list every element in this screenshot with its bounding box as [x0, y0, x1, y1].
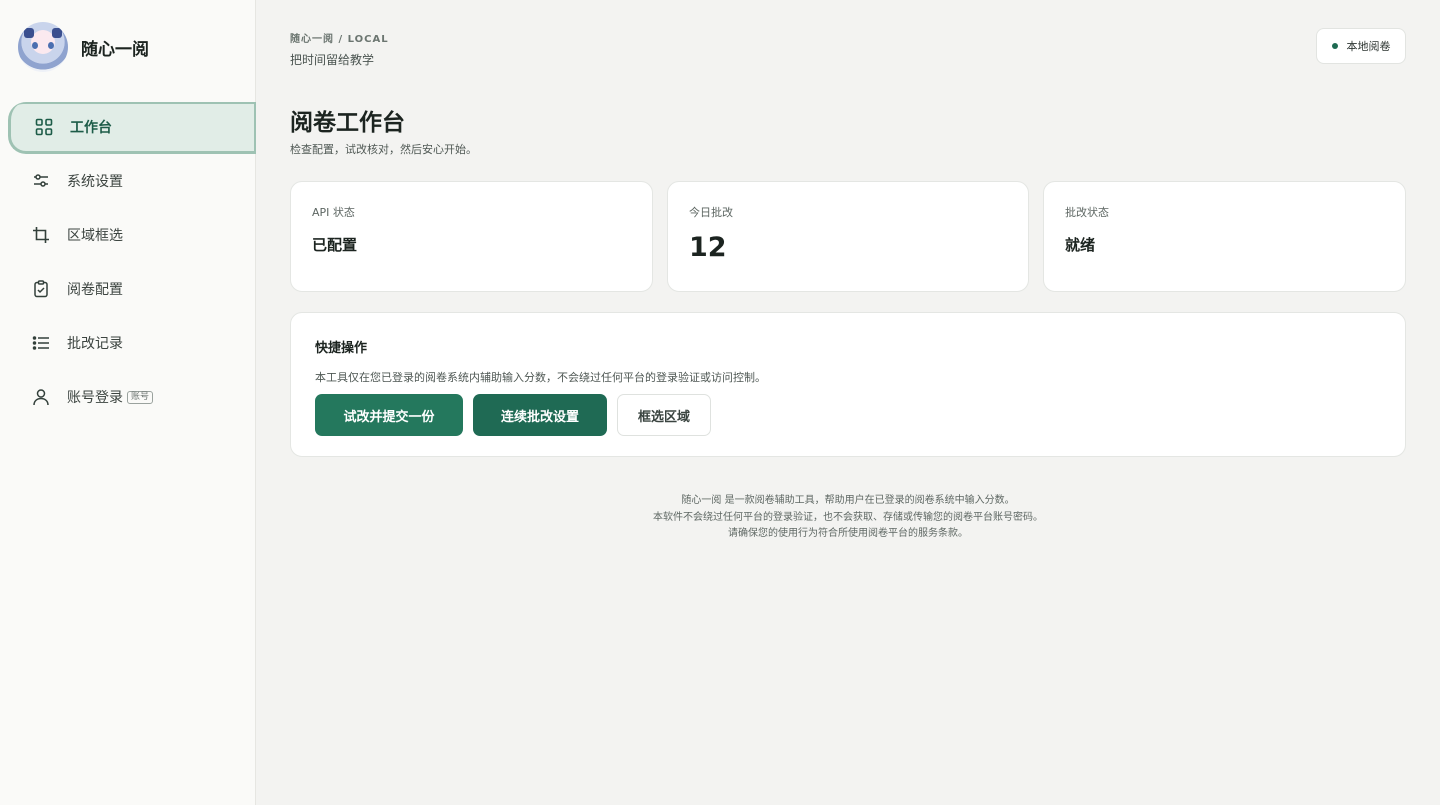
sidebar: 随心一阅 工作台 系统设置 区域框选 阅卷配置 批改记录 账号登录 账号	[0, 0, 256, 805]
status-dot-icon	[1331, 43, 1338, 49]
card-value: 就绪	[1065, 236, 1096, 254]
account-tag: 账号	[127, 390, 154, 404]
brand-name: 随心一阅	[81, 39, 149, 60]
quick-actions-title: 快捷操作	[315, 341, 368, 356]
brand[interactable]: 随心一阅	[18, 22, 149, 72]
trial-submit-button[interactable]: 试改并提交一份	[315, 394, 463, 436]
sidebar-nav: 工作台 系统设置 区域框选 阅卷配置 批改记录 账号登录 账号	[0, 102, 256, 424]
avatar	[18, 22, 68, 72]
sidebar-item-label: 批改记录	[67, 336, 123, 352]
card-label: 今日批改	[689, 206, 733, 219]
sidebar-item-label: 工作台	[70, 119, 112, 136]
sidebar-item-label: 系统设置	[67, 174, 123, 190]
quick-actions-description: 本工具仅在您已登录的阅卷系统内辅助输入分数，不会绕过任何平台的登录验证或访问控制…	[315, 371, 766, 384]
list-icon	[32, 334, 50, 352]
quick-actions-panel: 快捷操作 本工具仅在您已登录的阅卷系统内辅助输入分数，不会绕过任何平台的登录验证…	[290, 312, 1406, 457]
sidebar-item-login[interactable]: 账号登录 账号	[0, 370, 256, 424]
footer-line: 本软件不会绕过任何平台的登录验证，也不会获取、存储或传输您的阅卷平台账号密码。	[653, 511, 1043, 523]
sidebar-item-workbench[interactable]: 工作台	[8, 102, 256, 154]
clipboard-check-icon	[32, 280, 50, 298]
card-value: 已配置	[312, 236, 358, 254]
select-region-button[interactable]: 框选区域	[617, 394, 711, 436]
footer-line: 请确保您的使用行为符合所使用阅卷平台的服务条款。	[728, 528, 968, 539]
page-description: 检查配置，试改核对，然后安心开始。	[290, 143, 477, 156]
card-label: 批改状态	[1065, 206, 1109, 219]
today-count-card: 今日批改 12	[667, 181, 1029, 292]
user-icon	[32, 388, 50, 406]
breadcrumb: 随心一阅 / LOCAL	[290, 34, 389, 45]
sliders-icon	[32, 172, 50, 190]
page-title: 阅卷工作台	[290, 110, 405, 136]
api-status-card: API 状态 已配置	[290, 181, 653, 292]
crop-icon	[32, 226, 50, 244]
footer-line: 随心一阅 是一款阅卷辅助工具，帮助用户在已登录的阅卷系统中输入分数。	[681, 495, 1015, 506]
sidebar-item-settings[interactable]: 系统设置	[0, 154, 256, 208]
card-value: 12	[689, 232, 727, 263]
mode-badge[interactable]: 本地阅卷	[1316, 28, 1406, 64]
sidebar-item-records[interactable]: 批改记录	[0, 316, 256, 370]
footer-disclaimer: 随心一阅 是一款阅卷辅助工具，帮助用户在已登录的阅卷系统中输入分数。 本软件不会…	[290, 493, 1406, 543]
grid-icon	[35, 118, 53, 136]
sidebar-item-label: 账号登录	[67, 390, 123, 406]
card-label: API 状态	[312, 206, 355, 219]
sidebar-item-label: 阅卷配置	[67, 282, 123, 298]
sidebar-item-region-select[interactable]: 区域框选	[0, 208, 256, 262]
grading-status-card: 批改状态 就绪	[1043, 181, 1406, 292]
sidebar-item-grading-config[interactable]: 阅卷配置	[0, 262, 256, 316]
sidebar-item-label: 区域框选	[67, 228, 123, 244]
mode-label: 本地阅卷	[1346, 40, 1391, 53]
continuous-grading-settings-button[interactable]: 连续批改设置	[473, 394, 607, 436]
header-subtitle: 把时间留给教学	[290, 53, 375, 67]
